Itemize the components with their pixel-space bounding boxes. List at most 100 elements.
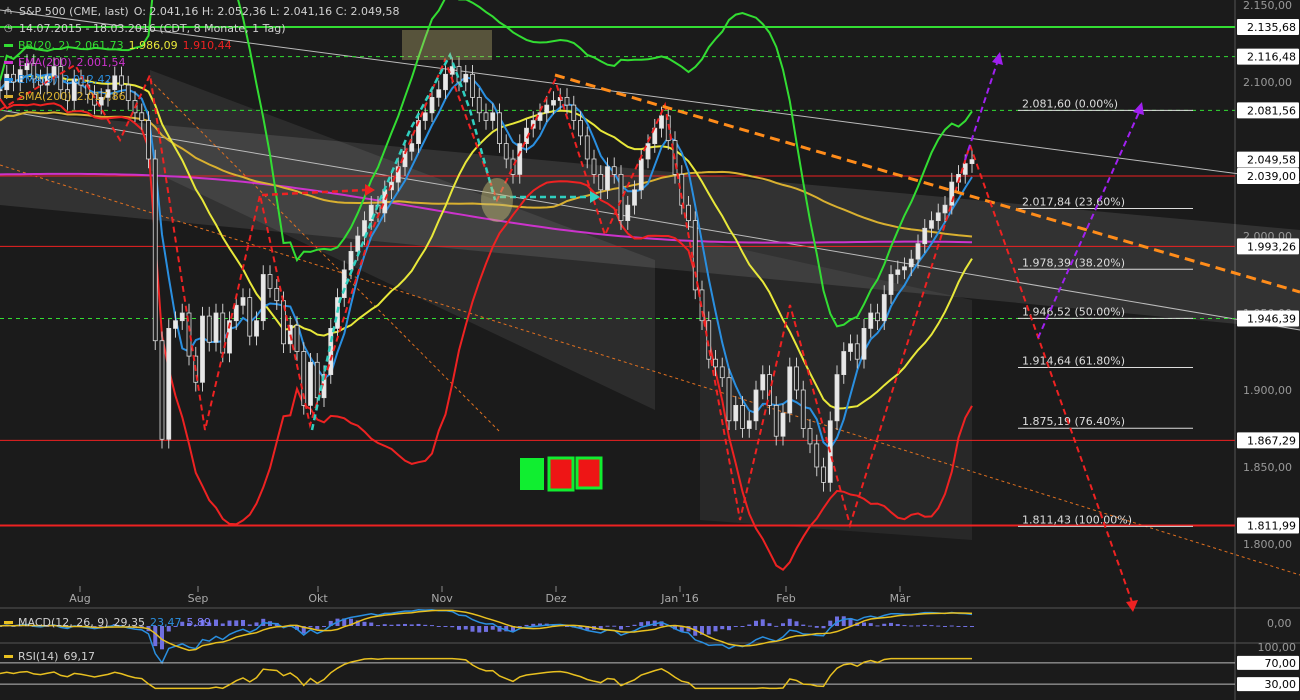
candle: [260, 274, 266, 322]
candle: [173, 320, 178, 329]
candle: [598, 173, 604, 191]
candle: [429, 97, 435, 114]
x-tick-label: Aug: [69, 592, 90, 605]
x-tick-label: Dez: [545, 592, 566, 605]
price-tag: 1.946,39: [1237, 310, 1299, 327]
macd-histogram-bar: [625, 626, 630, 627]
x-tick-label: Nov: [431, 592, 453, 605]
candle: [908, 258, 914, 268]
candle: [686, 204, 691, 221]
legend-indicator-row: BB(20, 2) 2.061,73 1.986,09 1.910,44: [4, 37, 400, 54]
candle: [679, 173, 685, 206]
candle: [611, 166, 617, 175]
candle: [692, 220, 698, 291]
price-tag: 1.811,99: [1237, 517, 1299, 534]
candle: [348, 250, 354, 271]
candle: [800, 389, 806, 429]
highlight-ellipse: [481, 178, 513, 222]
macd-histogram-bar: [841, 616, 846, 626]
candle: [443, 73, 448, 91]
fib-label: 1.978,39 (38.20%): [1022, 256, 1125, 269]
candle: [571, 104, 577, 121]
candle: [274, 287, 280, 302]
macd-histogram-bar: [767, 623, 772, 626]
fib-label: 1.811,43 (100.00%): [1022, 513, 1132, 526]
y-tick-label: 1.850,00: [1243, 461, 1292, 474]
price-tag: 2.116,48: [1237, 48, 1299, 65]
price-tag: 2.049,58: [1237, 151, 1299, 168]
date-range: 14.07.2015 - 18.03.2016 (CDT, 8 Monate, …: [19, 22, 286, 35]
macd-histogram-bar: [862, 622, 866, 626]
macd-histogram-bar: [963, 626, 968, 627]
macd-histogram-bar: [808, 625, 812, 627]
indicator-swatch: [4, 78, 13, 81]
macd-histogram-bar: [821, 626, 826, 629]
macd-histogram-bar: [322, 625, 326, 627]
candle: [139, 112, 145, 121]
macd-histogram-bar: [382, 624, 387, 626]
clock-icon: ◷: [4, 23, 13, 34]
macd-histogram-bar: [801, 624, 806, 626]
macd-histogram-bar: [376, 625, 380, 627]
candle: [902, 266, 907, 271]
macd-histogram-bar: [362, 621, 367, 626]
price-tag: 1.867,29: [1237, 432, 1299, 449]
candle: [807, 428, 813, 445]
candle: [247, 297, 253, 337]
candle: [463, 73, 469, 83]
candle: [0, 89, 3, 92]
candle: [733, 404, 739, 422]
indicator-label: EMA(200): [18, 56, 72, 69]
rsi-axis-label: 70,00: [1265, 657, 1297, 670]
pattern-box-green: [520, 458, 544, 490]
candle: [490, 112, 496, 121]
y-tick-label: 2.100,00: [1243, 76, 1292, 89]
macd-histogram-bar: [760, 619, 765, 626]
price-tag-label: 1.946,39: [1247, 313, 1296, 326]
macd-histogram-bar: [409, 624, 414, 626]
candle: [834, 374, 840, 422]
macd-histogram-bar: [369, 622, 374, 626]
candle: [794, 366, 799, 391]
macd-value-2: 5,89: [186, 616, 212, 629]
candle: [206, 315, 212, 343]
chart-canvas[interactable]: 2.150,002.100,002.050,002.000,001.950,00…: [0, 0, 1300, 700]
candle: [875, 312, 880, 322]
candle: [152, 158, 158, 342]
rsi-axis-label: 100,00: [1258, 641, 1297, 654]
macd-histogram-bar: [632, 624, 637, 626]
candle: [537, 112, 543, 121]
price-tag-label: 1.811,99: [1247, 520, 1296, 533]
macd-histogram-bar: [706, 626, 711, 635]
macd-value-0: 29,35: [113, 616, 146, 629]
macd-legend: MACD(12, 26, 9) 29,35 23,47 5,89: [4, 616, 211, 629]
macd-histogram-bar: [720, 626, 725, 630]
macd-histogram-bar: [781, 623, 785, 626]
indicator-swatch: [4, 44, 13, 47]
macd-histogram-bar: [463, 626, 468, 630]
candle: [780, 412, 786, 437]
macd-histogram-bar: [949, 625, 954, 627]
price-tag-label: 2.116,48: [1247, 51, 1296, 64]
price-tag-label: 2.135,68: [1247, 21, 1296, 34]
macd-histogram-bar: [943, 626, 947, 627]
candle: [200, 315, 205, 383]
macd-histogram-bar: [423, 624, 428, 626]
candle: [308, 361, 313, 406]
macd-histogram-bar: [713, 626, 718, 632]
macd-histogram-bar: [247, 624, 252, 626]
indicator-swatch: [4, 95, 13, 98]
candle: [632, 189, 637, 206]
macd-histogram-bar: [241, 619, 245, 626]
price-tag-label: 1.867,29: [1247, 434, 1296, 447]
candle: [233, 304, 239, 322]
candle: [726, 377, 732, 422]
macd-histogram-bar: [814, 626, 819, 628]
macd-histogram-bar: [889, 622, 893, 626]
macd-histogram-bar: [430, 625, 434, 627]
candle: [895, 269, 901, 275]
rsi-label: RSI(14): [18, 650, 59, 663]
indicator-swatch: [4, 61, 13, 64]
candle: [922, 227, 928, 245]
macd-histogram-bar: [443, 626, 448, 627]
